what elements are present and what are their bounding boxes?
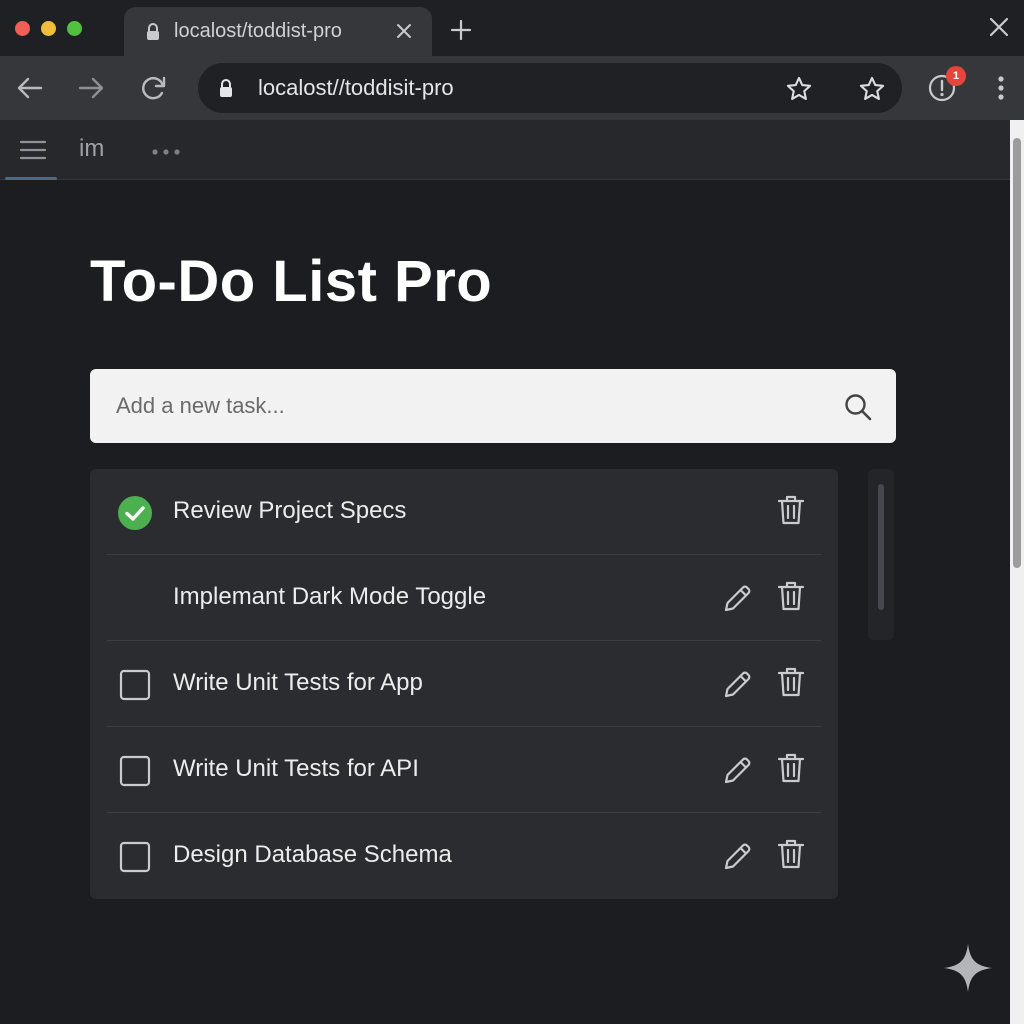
hamburger-menu-icon[interactable] <box>19 139 47 166</box>
browser-tab-strip: localost/toddist-pro <box>0 0 1024 56</box>
browser-toolbar: localost//toddisit-pro 1 <box>0 56 1024 120</box>
sparkle-icon <box>942 942 994 999</box>
app-header: im <box>0 120 1010 180</box>
task-row[interactable]: Design Database Schema <box>107 813 821 899</box>
lock-icon[interactable] <box>218 78 234 103</box>
search-icon[interactable] <box>843 392 873 427</box>
page-scrollbar[interactable] <box>1010 120 1024 1024</box>
window-minimize-dot[interactable] <box>41 21 56 36</box>
task-label: Design Database Schema <box>173 841 452 868</box>
task-label: Write Unit Tests for API <box>173 755 419 782</box>
reload-icon[interactable] <box>140 74 168 107</box>
task-list: Review Project Specs Implemant Dark Mode… <box>90 469 838 899</box>
trash-icon[interactable] <box>777 494 805 531</box>
address-bar[interactable]: localost//toddisit-pro <box>198 63 902 113</box>
trash-icon[interactable] <box>777 752 805 789</box>
star-icon[interactable] <box>785 75 813 108</box>
checkbox-icon[interactable] <box>118 668 152 707</box>
browser-tab[interactable]: localost/toddist-pro <box>124 7 432 56</box>
forward-arrow-icon[interactable] <box>77 74 105 107</box>
task-label: Review Project Specs <box>173 497 407 524</box>
lock-icon <box>146 23 160 46</box>
add-task-input[interactable] <box>90 369 830 443</box>
notification-badge: 1 <box>946 66 966 86</box>
add-task-bar <box>90 369 896 443</box>
checkbox-icon[interactable] <box>118 754 152 793</box>
back-arrow-icon[interactable] <box>16 74 44 107</box>
new-tab-icon[interactable] <box>450 19 472 46</box>
tab-title: localost/toddist-pro <box>174 20 342 42</box>
checkbox-icon[interactable] <box>118 840 152 879</box>
task-row[interactable]: Write Unit Tests for API <box>107 727 821 813</box>
pencil-icon[interactable] <box>722 840 754 877</box>
page-scrollbar-thumb[interactable] <box>1013 138 1021 568</box>
task-label: Write Unit Tests for App <box>173 669 423 696</box>
kebab-menu-icon[interactable] <box>992 74 1010 107</box>
trash-icon[interactable] <box>777 838 805 875</box>
close-tab-icon[interactable] <box>396 23 412 44</box>
task-list-scrollbar[interactable] <box>868 469 894 640</box>
more-options-icon[interactable] <box>150 144 182 162</box>
check-circle-icon[interactable] <box>118 496 152 535</box>
task-row[interactable]: Write Unit Tests for App <box>107 641 821 727</box>
task-list-scrollbar-thumb[interactable] <box>878 484 884 610</box>
task-row[interactable]: Implemant Dark Mode Toggle <box>107 555 821 641</box>
close-window-icon[interactable] <box>988 16 1010 43</box>
window-maximize-dot[interactable] <box>67 21 82 36</box>
pencil-icon[interactable] <box>722 582 754 619</box>
active-tab-indicator <box>5 177 57 180</box>
pencil-icon[interactable] <box>722 668 754 705</box>
page-title: To-Do List Pro <box>90 249 493 314</box>
window-close-dot[interactable] <box>15 21 30 36</box>
trash-icon[interactable] <box>777 666 805 703</box>
trash-icon[interactable] <box>777 580 805 617</box>
task-row[interactable]: Review Project Specs <box>107 469 821 555</box>
address-url[interactable]: localost//toddisit-pro <box>258 75 454 101</box>
pencil-icon[interactable] <box>722 754 754 791</box>
bookmark-star-icon[interactable] <box>858 75 886 108</box>
app-header-label[interactable]: im <box>79 135 104 163</box>
task-label: Implemant Dark Mode Toggle <box>173 583 487 610</box>
